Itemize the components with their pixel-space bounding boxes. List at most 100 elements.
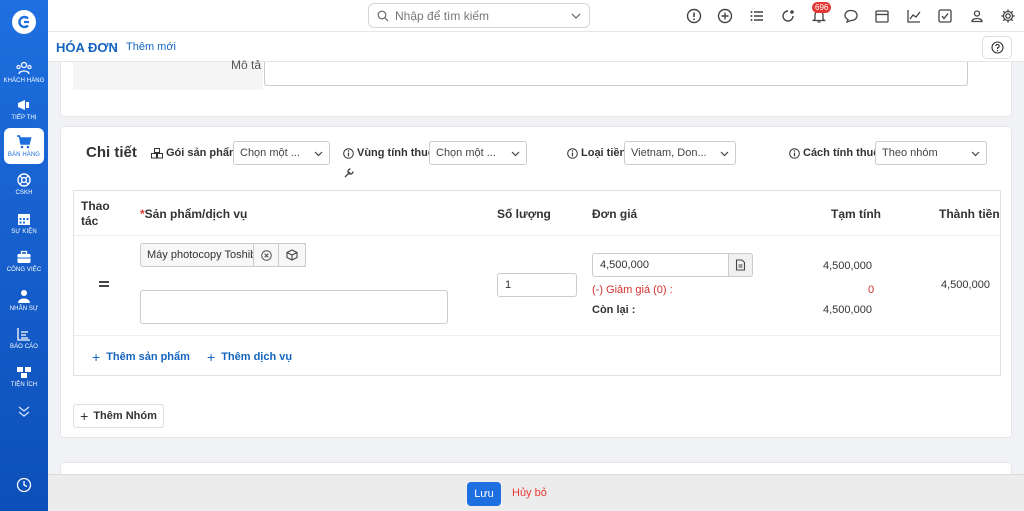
sidebar-item-marketing[interactable]: TIẾP THỊ: [4, 91, 44, 127]
add-service-link[interactable]: + Thêm dịch vụ: [207, 349, 292, 365]
sidebar-item-label: BÁO CÁO: [9, 343, 39, 350]
discount-label[interactable]: (-) Giảm giá (0) :: [592, 284, 673, 296]
plus-icon: +: [80, 408, 89, 424]
cart-icon: [17, 134, 32, 148]
sidebar-expand-button[interactable]: [4, 394, 44, 430]
chart-icon[interactable]: [906, 8, 922, 24]
support-icon: [17, 172, 31, 187]
add-circle-icon[interactable]: [717, 8, 733, 24]
total-value: 4,500,000: [941, 279, 990, 291]
info-icon: [567, 147, 578, 159]
description-label-cell: Mô tả: [73, 58, 263, 90]
sidebar-item-label: CSKH: [15, 189, 33, 196]
megaphone-icon: [18, 99, 29, 110]
close-circle-icon: [260, 249, 272, 261]
search-input[interactable]: Nhập để tìm kiếm: [368, 3, 590, 28]
sidebar-item-label: NHÂN SỰ: [9, 305, 39, 312]
person-icon: [18, 289, 30, 303]
chat-icon[interactable]: [843, 8, 859, 24]
question-icon: [990, 41, 1004, 54]
notification-badge: 696: [812, 2, 832, 13]
description-textarea[interactable]: [264, 62, 968, 86]
document-icon: [735, 259, 746, 271]
sidebar-item-label: TIẾP THỊ: [11, 114, 37, 121]
clear-product-button[interactable]: [253, 243, 279, 267]
search-icon: [377, 10, 389, 21]
wrench-icon[interactable]: [343, 167, 355, 179]
add-product-link[interactable]: + Thêm sản phẩm: [92, 349, 190, 365]
detail-card: Chi tiết Gói sản phẩm Chọn một ... Vùng …: [60, 126, 1012, 438]
users-icon: [16, 61, 32, 74]
gear-icon[interactable]: [1000, 8, 1016, 24]
sidebar-item-sales[interactable]: BÁN HÀNG: [4, 128, 44, 164]
top-bar: Nhập để tìm kiếm 696: [48, 0, 1024, 32]
sidebar-item-reports[interactable]: BÁO CÁO: [4, 320, 44, 356]
tax-method-label: Cách tính thuế: [789, 147, 879, 159]
sidebar-item-support[interactable]: CSKH: [4, 166, 44, 202]
header-divider: [74, 235, 1000, 236]
sidebar-item-tasks[interactable]: CÔNG VIỆC: [4, 243, 44, 279]
sidebar-item-hr[interactable]: NHÂN SỰ: [4, 282, 44, 318]
remaining-label: Còn lại :: [592, 304, 636, 316]
refresh-icon[interactable]: [780, 8, 796, 24]
boxes-icon: [17, 366, 31, 378]
column-header-total: Thành tiền: [939, 207, 1000, 221]
column-header-subtotal: Tạm tính: [831, 207, 881, 221]
app-logo[interactable]: [12, 10, 36, 34]
currency-select[interactable]: Vietnam, Don...: [624, 141, 736, 165]
alert-icon[interactable]: [686, 8, 702, 24]
column-header-product: *Sản phẩm/dịch vụ: [140, 207, 248, 221]
sidebar-item-label: TIỆN ÍCH: [10, 381, 38, 388]
breadcrumb-separator: ›: [114, 40, 118, 52]
select-product-button[interactable]: [278, 243, 306, 267]
info-icon: [789, 147, 800, 159]
help-button[interactable]: [982, 36, 1012, 59]
column-header-action: Thao tác: [81, 199, 110, 228]
form-footer: Lưu Hủy bỏ: [48, 474, 1024, 511]
list-icon[interactable]: [749, 8, 765, 24]
calendar-icon: [18, 213, 30, 225]
general-info-card: Mô tả: [60, 58, 1012, 117]
sidebar-item-utilities[interactable]: TIỆN ÍCH: [4, 358, 44, 394]
price-book-button[interactable]: [728, 253, 753, 277]
chevron-down-icon: [571, 13, 581, 19]
sidebar: KHÁCH HÀNG TIẾP THỊ BÁN HÀNG CSKH SỰ KIỆ…: [0, 0, 48, 511]
calendar-icon[interactable]: [874, 8, 890, 24]
drag-handle-icon[interactable]: [99, 281, 109, 287]
remaining-value: 4,500,000: [823, 304, 872, 316]
info-icon: [343, 147, 354, 159]
clock-icon[interactable]: [16, 477, 32, 493]
tax-region-select[interactable]: Chọn một ...: [429, 141, 527, 165]
sidebar-item-label: SỰ KIỆN: [11, 228, 37, 235]
chevron-down-icon: [720, 151, 729, 156]
sidebar-item-customers[interactable]: KHÁCH HÀNG: [4, 54, 44, 90]
breadcrumb-root[interactable]: HÓA ĐƠN: [56, 40, 118, 55]
product-package-label: Gói sản phẩm: [151, 147, 239, 159]
boxes-icon: [151, 147, 163, 158]
detail-title: Chi tiết: [86, 144, 137, 161]
sidebar-item-label: CÔNG VIỆC: [6, 266, 42, 273]
discount-value: 0: [868, 284, 875, 296]
unit-price-input[interactable]: 4,500,000: [592, 253, 729, 277]
subtotal-value: 4,500,000: [823, 260, 872, 272]
chevron-down-icon: [511, 151, 520, 156]
product-package-select[interactable]: Chọn một ...: [233, 141, 330, 165]
product-note-textarea[interactable]: [140, 290, 448, 324]
currency-label: Loại tiền: [567, 147, 626, 159]
box-icon: [286, 249, 298, 261]
double-chevron-down-icon: [18, 406, 30, 417]
checkbox-icon[interactable]: [937, 8, 953, 24]
sidebar-item-events[interactable]: SỰ KIỆN: [4, 205, 44, 241]
quantity-input[interactable]: 1: [497, 273, 577, 297]
plus-icon: +: [92, 349, 101, 365]
column-header-quantity: Số lượng: [497, 207, 551, 221]
tax-region-label: Vùng tính thuế: [343, 147, 434, 159]
add-group-button[interactable]: + Thêm Nhóm: [73, 404, 164, 428]
user-icon[interactable]: [969, 8, 985, 24]
save-button[interactable]: Lưu: [467, 482, 501, 506]
search-placeholder: Nhập để tìm kiếm: [395, 8, 490, 23]
sidebar-item-label: BÁN HÀNG: [7, 151, 41, 158]
tax-method-select[interactable]: Theo nhóm: [875, 141, 987, 165]
description-label: Mô tả: [231, 58, 262, 72]
cancel-button[interactable]: Hủy bỏ: [512, 487, 547, 499]
